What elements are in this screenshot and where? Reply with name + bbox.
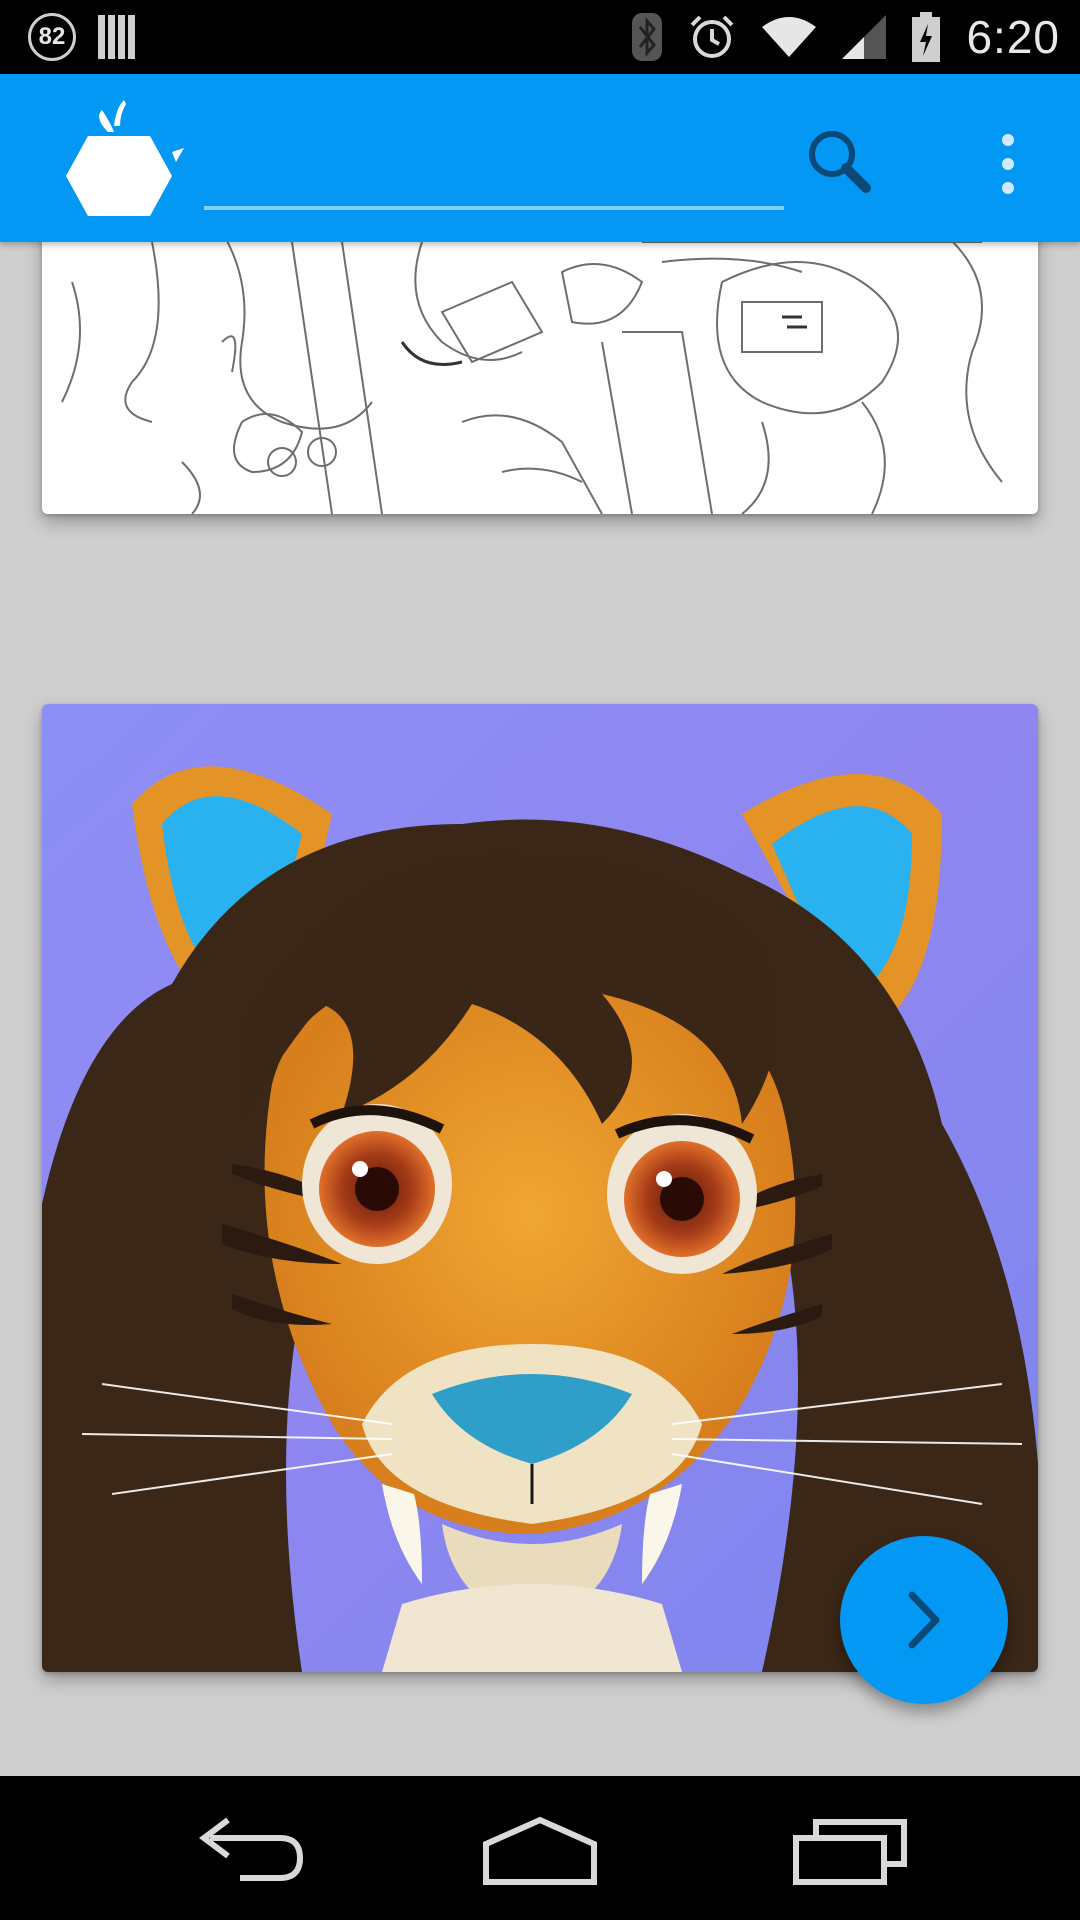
next-fab-button[interactable] [840, 1536, 1008, 1704]
tiger-portrait-image[interactable] [42, 704, 1038, 1672]
battery-charging-icon [912, 12, 941, 62]
status-bar: 82 6:20 [0, 0, 1080, 74]
app-logo-icon[interactable] [54, 96, 184, 226]
sketch-artwork-image[interactable] [42, 242, 1038, 514]
barcode-icon [98, 15, 135, 59]
search-icon[interactable] [800, 122, 880, 202]
alarm-icon [691, 15, 734, 58]
artwork-card-sketch[interactable] [42, 242, 1038, 514]
wifi-icon [762, 17, 817, 57]
back-icon[interactable] [180, 1808, 320, 1888]
home-icon[interactable] [470, 1808, 610, 1888]
overflow-menu-icon[interactable] [980, 126, 1036, 202]
app-bar [0, 74, 1080, 242]
search-input[interactable] [204, 134, 784, 210]
bluetooth-icon [632, 13, 663, 61]
artwork-card-tiger[interactable] [42, 704, 1038, 1672]
notification-count-icon: 82 [28, 13, 76, 61]
clock: 6:20 [966, 11, 1060, 63]
notification-count: 82 [38, 23, 66, 50]
recents-icon[interactable] [780, 1808, 920, 1888]
chevron-right-icon [908, 1591, 940, 1649]
signal-icon [842, 15, 887, 59]
navigation-bar [0, 1776, 1080, 1920]
